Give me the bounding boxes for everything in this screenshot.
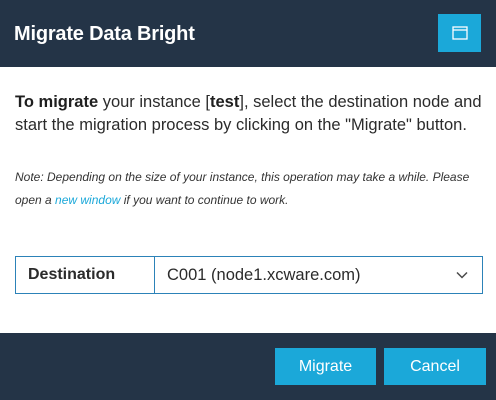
destination-select[interactable]: C001 (node1.xcware.com) <box>155 257 482 293</box>
maximize-window-icon <box>451 26 468 40</box>
maximize-button[interactable] <box>438 14 481 52</box>
destination-selected-value: C001 (node1.xcware.com) <box>167 265 361 284</box>
intro-lead: To migrate <box>15 93 99 111</box>
dialog-header: Migrate Data Bright <box>0 0 496 67</box>
destination-row: Destination C001 (node1.xcware.com) <box>15 256 483 294</box>
new-window-link[interactable]: new window <box>55 193 120 207</box>
chevron-down-icon <box>456 271 468 279</box>
migrate-dialog: Migrate Data Bright To migrate your inst… <box>0 0 496 400</box>
destination-label: Destination <box>16 257 155 293</box>
dialog-footer: Migrate Cancel <box>0 333 496 400</box>
migrate-button[interactable]: Migrate <box>275 348 376 385</box>
cancel-button[interactable]: Cancel <box>384 348 486 385</box>
intro-text: To migrate your instance [test], select … <box>15 91 483 137</box>
dialog-body: To migrate your instance [test], select … <box>0 67 496 333</box>
dialog-title: Migrate Data Bright <box>14 23 195 45</box>
instance-name: test <box>210 93 240 111</box>
note-text: Note: Depending on the size of your inst… <box>15 166 483 212</box>
intro-text-1: your instance [ <box>98 93 211 111</box>
note-text-2: if you want to continue to work. <box>120 193 289 207</box>
